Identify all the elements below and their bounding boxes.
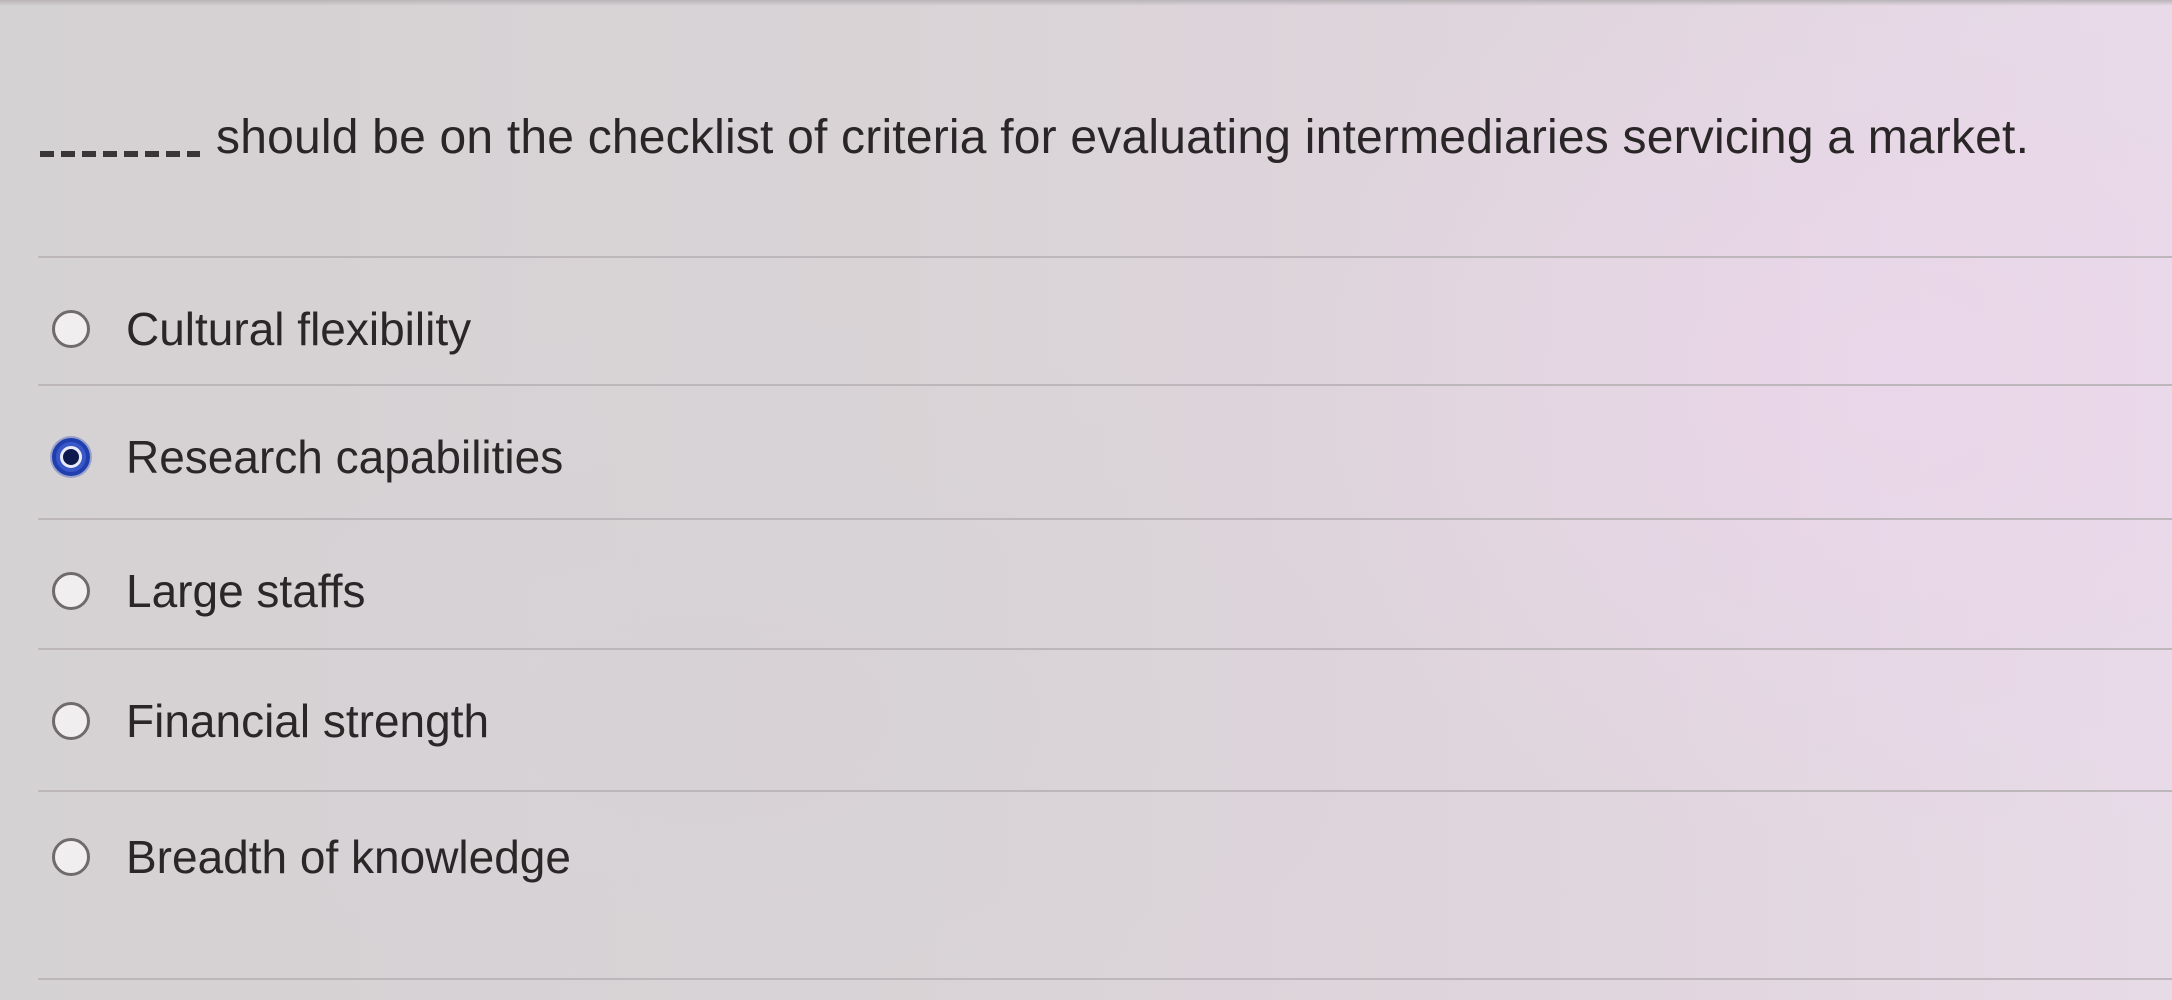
option-divider <box>38 790 2172 792</box>
option-breadth-of-knowledge[interactable]: Breadth of knowledge <box>52 822 1252 892</box>
option-divider <box>38 978 2172 980</box>
question-text: should be on the checklist of criteria f… <box>216 111 2030 164</box>
radio-unchecked-icon[interactable] <box>52 572 90 610</box>
radio-unchecked-icon[interactable] <box>52 310 90 348</box>
question-blank <box>40 151 200 157</box>
option-label: Breadth of knowledge <box>126 831 571 883</box>
option-divider <box>38 648 2172 650</box>
option-divider <box>38 518 2172 520</box>
window-top-edge <box>0 0 2172 6</box>
radio-unchecked-icon[interactable] <box>52 838 90 876</box>
option-label: Research capabilities <box>126 431 564 483</box>
question-prompt: should be on the checklist of criteria f… <box>40 108 2172 168</box>
option-large-staffs[interactable]: Large staffs <box>52 556 1252 626</box>
option-label: Financial strength <box>126 695 490 747</box>
option-cultural-flexibility[interactable]: Cultural flexibility <box>52 294 1252 364</box>
option-label: Cultural flexibility <box>126 303 472 355</box>
radio-unchecked-icon[interactable] <box>52 702 90 740</box>
option-divider <box>38 384 2172 386</box>
option-research-capabilities[interactable]: Research capabilities <box>52 422 1252 492</box>
option-financial-strength[interactable]: Financial strength <box>52 686 1252 756</box>
option-divider <box>38 256 2172 258</box>
radio-dot-icon <box>60 446 82 468</box>
option-label: Large staffs <box>126 565 366 617</box>
radio-checked-icon[interactable] <box>52 438 90 476</box>
